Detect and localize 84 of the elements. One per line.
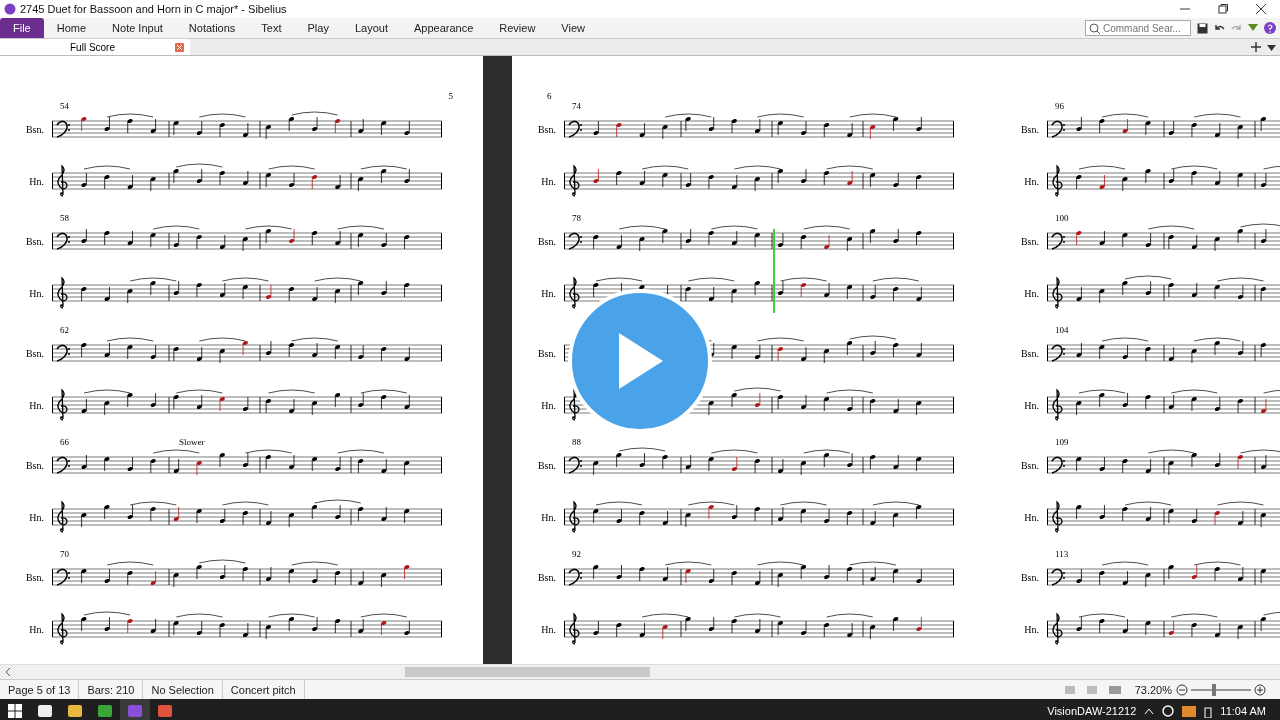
bar-number: 109 (1055, 437, 1069, 447)
bar-number: 104 (1055, 325, 1069, 335)
save-icon[interactable] (1197, 22, 1208, 34)
instrument-label: Bsn. (536, 571, 557, 583)
bar-number: 78 (572, 213, 581, 223)
document-tab[interactable]: Full Score (0, 39, 190, 55)
instrument-label: Bsn. (536, 123, 557, 135)
bar-number: 62 (60, 325, 69, 335)
computer-name: VisionDAW-21212 (1047, 705, 1137, 717)
bar-number: 92 (572, 549, 581, 559)
search-icon (1089, 22, 1100, 34)
instrument-label: Hn. (28, 623, 45, 635)
app-logo-icon (4, 3, 16, 15)
instrument-label: Bsn. (24, 235, 45, 247)
ribbon-tab[interactable]: Appearance (400, 18, 487, 38)
ribbon-tab[interactable]: View (548, 18, 598, 38)
app-icon (67, 703, 83, 719)
ribbon-tab[interactable]: Play (294, 18, 342, 38)
ribbon-tab[interactable]: Notations (175, 18, 249, 38)
instrument-label: Bsn. (1019, 347, 1040, 359)
page-number: 5 (448, 91, 453, 101)
bar-number: 113 (1055, 549, 1069, 559)
instrument-label: Bsn. (1019, 571, 1040, 583)
page-number: 6 (547, 91, 552, 101)
bar-number: 96 (1055, 101, 1064, 111)
app-icon (97, 703, 113, 719)
ribbon-tab[interactable]: File (0, 18, 44, 38)
instrument-label: Hn. (28, 399, 45, 411)
instrument-label: Bsn. (24, 123, 45, 135)
tempo-marking: Slower (179, 437, 205, 447)
instrument-label: Bsn. (24, 459, 45, 471)
app-icon (127, 703, 143, 719)
zoom-out-icon[interactable] (1176, 683, 1188, 696)
caret-icon[interactable] (1144, 707, 1155, 715)
instrument-label: Hn. (540, 511, 557, 523)
instrument-label: Hn. (1023, 287, 1040, 299)
app-icon (37, 703, 53, 719)
instrument-label: Hn. (540, 623, 557, 635)
instrument-label: Hn. (28, 287, 45, 299)
instrument-label: Hn. (1023, 399, 1040, 411)
app-icon (157, 703, 173, 719)
ribbon-tab[interactable]: Text (248, 18, 295, 38)
instrument-label: Bsn. (1019, 123, 1040, 135)
start-icon[interactable] (8, 704, 22, 718)
bar-number: 100 (1055, 213, 1069, 223)
clock: 11:04 AM (1220, 705, 1266, 717)
scroll-left-icon[interactable] (3, 667, 13, 677)
instrument-label: Hn. (1023, 623, 1040, 635)
instrument-label: Bsn. (1019, 459, 1040, 471)
bar-number: 54 (60, 101, 69, 111)
usb-icon[interactable] (1204, 704, 1213, 718)
instrument-label: Hn. (1023, 511, 1040, 523)
zoom-in-icon[interactable] (1254, 683, 1266, 696)
zoom-level: 73.20% (1134, 683, 1172, 696)
ribbon-tab[interactable]: Home (43, 18, 100, 38)
instrument-label: Hn. (540, 399, 557, 411)
ribbon-tab[interactable]: Review (486, 18, 549, 38)
close-icon[interactable] (1256, 4, 1266, 14)
instrument-label: Hn. (28, 511, 45, 523)
instrument-label: Bsn. (536, 347, 557, 359)
restore-icon[interactable] (1218, 4, 1228, 14)
gauge-icon[interactable] (1162, 705, 1175, 717)
instrument-label: Bsn. (1019, 235, 1040, 247)
instrument-label: Bsn. (24, 571, 45, 583)
view-icons-drawing[interactable] (1062, 683, 1123, 696)
instrument-label: Hn. (28, 175, 45, 187)
ribbon-tab[interactable]: Note Input (99, 18, 176, 38)
instrument-label: Bsn. (24, 347, 45, 359)
instrument-label: Bsn. (536, 459, 557, 471)
help-icon[interactable] (1264, 22, 1276, 34)
bar-number: 88 (572, 437, 581, 447)
bar-number: 58 (60, 213, 69, 223)
window-title: 2745 Duet for Bassoon and Horn in C major* - Sibelius (20, 3, 287, 15)
command-search-field[interactable]: Command Sear... (1085, 20, 1191, 36)
instrument-label: Bsn. (536, 235, 557, 247)
bar-number: 74 (572, 101, 581, 111)
instrument-label: Hn. (1023, 175, 1040, 187)
instrument-label: Hn. (540, 287, 557, 299)
bar-number: 70 (60, 549, 69, 559)
ribbon-tab[interactable]: Layout (341, 18, 401, 38)
instrument-label: Hn. (540, 175, 557, 187)
bar-number: 66 (60, 437, 69, 447)
add-icon[interactable] (1251, 42, 1261, 52)
scrollbar-thumb[interactable] (405, 667, 650, 677)
